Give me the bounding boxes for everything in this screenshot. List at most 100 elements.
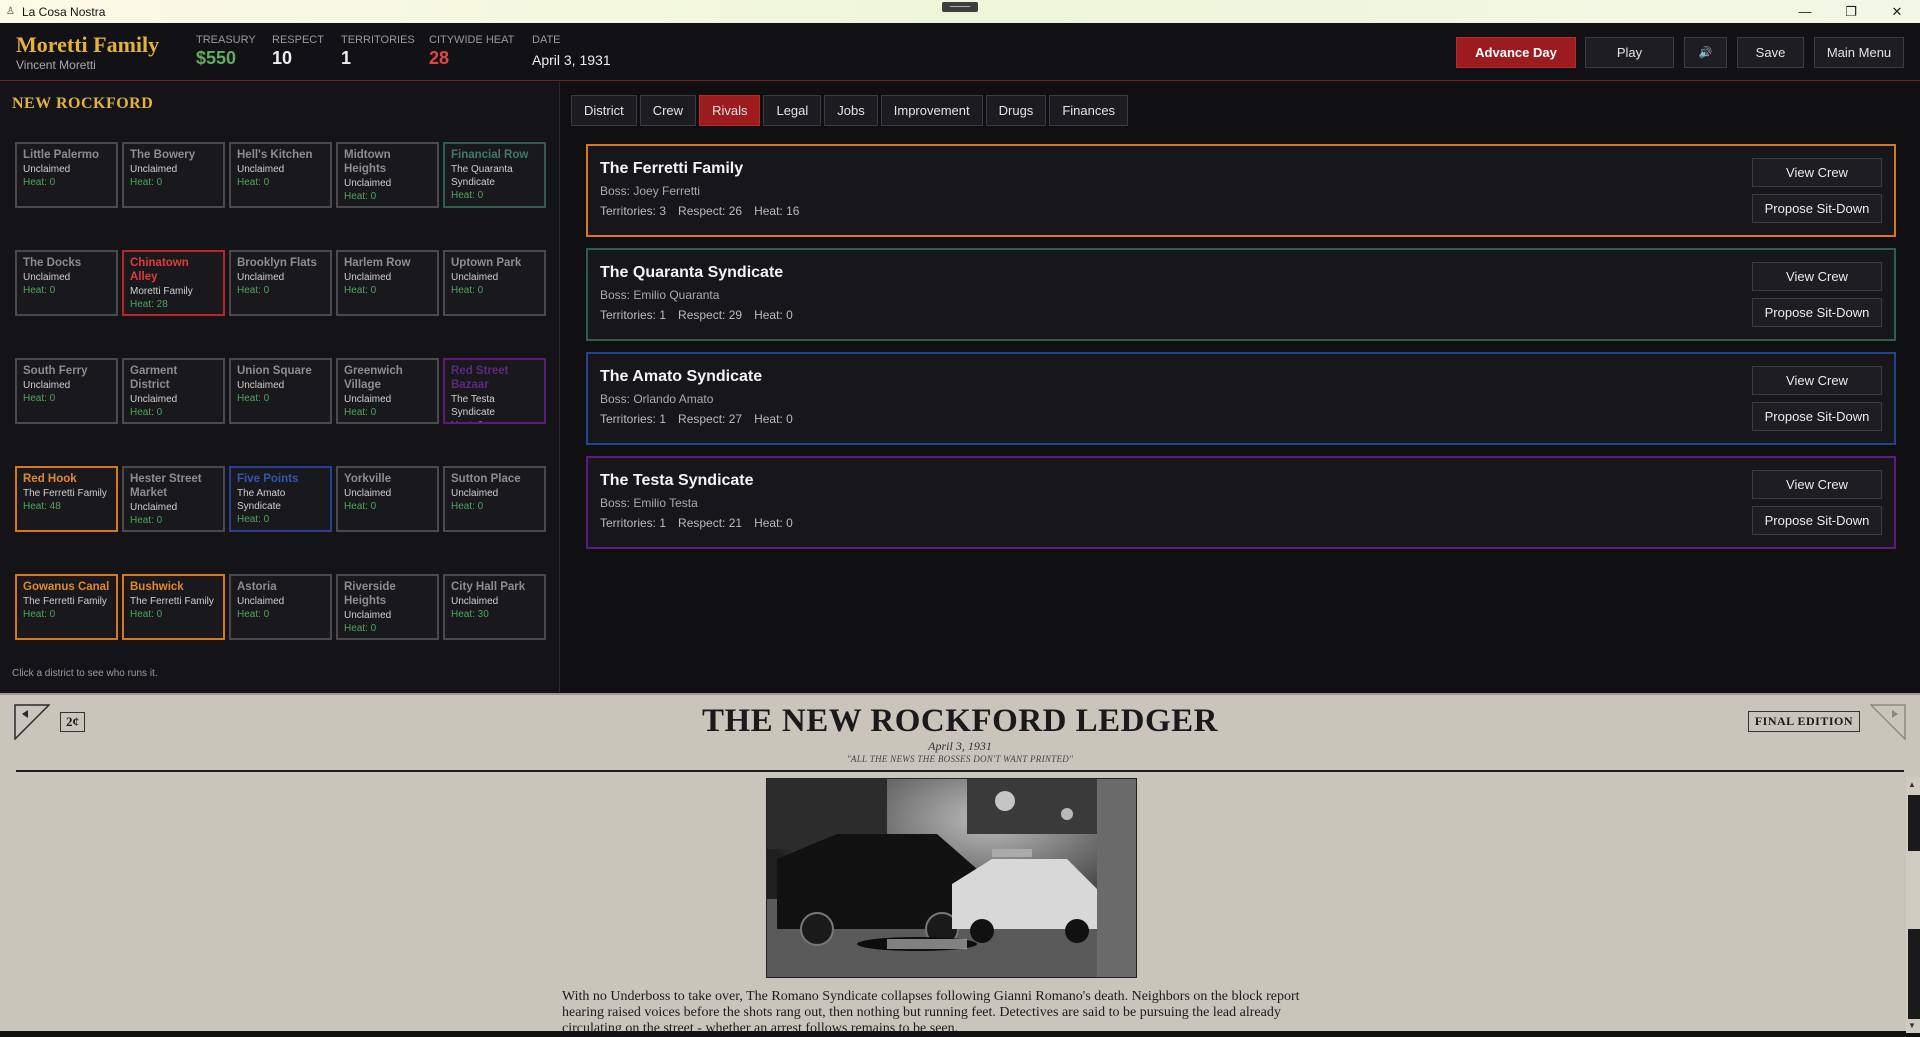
stat-territories: Territories 1	[341, 34, 415, 69]
view-crew-button[interactable]: View Crew	[1752, 158, 1882, 187]
district-heat: Heat: 0	[344, 191, 377, 202]
propose-sit-down-button[interactable]: Propose Sit-Down	[1752, 402, 1882, 431]
window-titlebar[interactable]: ♙ La Cosa Nostra — ❐ ✕	[0, 0, 1920, 23]
district-card[interactable]: Astoria Unclaimed Heat: 0	[229, 574, 332, 640]
advance-day-button[interactable]: Advance Day	[1456, 37, 1576, 68]
scroll-thumb[interactable]	[1908, 795, 1920, 851]
district-card[interactable]: Greenwich Village Unclaimed Heat: 0	[336, 358, 439, 424]
rival-card: The Amato Syndicate Boss: Orlando Amato Te…	[586, 352, 1896, 445]
stat-value: $550	[196, 48, 237, 68]
close-button[interactable]: ✕	[1874, 0, 1920, 23]
rival-name: The Quaranta Syndicate	[600, 264, 784, 281]
district-owner: The Ferretti Family	[23, 596, 107, 607]
rival-territories: Territories: 1	[600, 516, 667, 530]
district-card[interactable]: Chinatown Alley Moretti Family Heat: 28	[122, 250, 225, 316]
district-name: City Hall Park	[451, 581, 526, 593]
scroll-down-icon[interactable]: ▼	[1908, 1021, 1916, 1030]
play-button[interactable]: Play	[1585, 37, 1674, 68]
scroll-thumb-lower[interactable]	[1908, 929, 1920, 1019]
district-card[interactable]: Hester Street Market Unclaimed Heat: 0	[122, 466, 225, 532]
tab-drugs[interactable]: Drugs	[985, 95, 1047, 126]
rival-name: The Ferretti Family	[600, 160, 744, 177]
district-card[interactable]: Midtown Heights Unclaimed Heat: 0	[336, 142, 439, 208]
rival-boss: Boss: Orlando Amato	[600, 392, 714, 406]
stat-label: Respect	[272, 34, 324, 46]
district-owner: Unclaimed	[130, 502, 178, 513]
district-card[interactable]: Uptown Park Unclaimed Heat: 0	[443, 250, 546, 316]
district-name: Hester Street Market	[130, 473, 202, 499]
district-owner: The Amato Syndicate	[237, 488, 286, 512]
district-card[interactable]: Hell's Kitchen Unclaimed Heat: 0	[229, 142, 332, 208]
propose-sit-down-button[interactable]: Propose Sit-Down	[1752, 298, 1882, 327]
view-crew-button[interactable]: View Crew	[1752, 262, 1882, 291]
newspaper-date: April 3, 1931	[928, 739, 992, 753]
rival-boss: Boss: Emilio Testa	[600, 496, 698, 510]
district-card[interactable]: Gowanus Canal The Ferretti Family Heat: 0	[15, 574, 118, 640]
masthead-rule	[16, 770, 1904, 772]
maximize-button[interactable]: ❐	[1828, 0, 1874, 23]
district-card[interactable]: Riverside Heights Unclaimed Heat: 0	[336, 574, 439, 640]
district-card[interactable]: Five Points The Amato Syndicate Heat: 0	[229, 466, 332, 532]
district-card[interactable]: Financial Row The Quaranta Syndicate Heat:…	[443, 142, 546, 208]
district-card[interactable]: City Hall Park Unclaimed Heat: 30	[443, 574, 546, 640]
window-title: La Cosa Nostra	[22, 4, 106, 19]
district-owner: Moretti Family	[130, 286, 193, 297]
save-button[interactable]: Save	[1737, 37, 1804, 68]
rival-territories: Territories: 1	[600, 308, 667, 322]
detail-panel: District Crew Rivals Legal Jobs Improvem…	[561, 82, 1920, 692]
sound-button[interactable]: 🔊	[1684, 37, 1727, 68]
district-card[interactable]: South Ferry Unclaimed Heat: 0	[15, 358, 118, 424]
district-owner: Unclaimed	[130, 394, 178, 405]
district-card[interactable]: Little Palermo Unclaimed Heat: 0	[15, 142, 118, 208]
tab-district[interactable]: District	[571, 95, 637, 126]
newspaper-article: With no Underboss to take over, The Roma…	[562, 989, 1300, 1036]
scroll-up-icon[interactable]: ▲	[1908, 780, 1916, 789]
district-name: Yorkville	[344, 473, 392, 485]
next-page-icon[interactable]	[1870, 704, 1906, 740]
view-crew-button[interactable]: View Crew	[1752, 366, 1882, 395]
tab-finances[interactable]: Finances	[1049, 95, 1129, 126]
district-name: Financial Row	[451, 149, 529, 161]
tab-jobs[interactable]: Jobs	[824, 95, 878, 126]
district-card[interactable]: The Docks Unclaimed Heat: 0	[15, 250, 118, 316]
district-owner: Unclaimed	[23, 272, 71, 283]
district-name: Harlem Row	[344, 257, 411, 269]
district-heat: Heat: 0	[130, 515, 163, 526]
minimize-button[interactable]: —	[1782, 0, 1828, 23]
district-card[interactable]: Garment District Unclaimed Heat: 0	[122, 358, 225, 424]
district-card[interactable]: The Bowery Unclaimed Heat: 0	[122, 142, 225, 208]
district-heat: Heat: 0	[451, 501, 484, 512]
tab-improvement[interactable]: Improvement	[880, 95, 983, 126]
district-card[interactable]: Harlem Row Unclaimed Heat: 0	[336, 250, 439, 316]
view-crew-button[interactable]: View Crew	[1752, 470, 1882, 499]
tab-rivals[interactable]: Rivals	[699, 95, 761, 126]
main-menu-button[interactable]: Main Menu	[1814, 37, 1904, 68]
rival-heat: Heat: 16	[754, 204, 800, 218]
district-card[interactable]: Red Street Bazaar The Testa SyndicateHeat…	[443, 358, 546, 424]
district-owner: Unclaimed	[23, 164, 71, 175]
rival-respect: Respect: 27	[678, 412, 743, 426]
propose-sit-down-button[interactable]: Propose Sit-Down	[1752, 194, 1882, 223]
district-owner: Unclaimed	[344, 610, 392, 621]
district-name: Little Palermo	[23, 149, 100, 161]
district-owner: The Testa Syndicate	[451, 394, 495, 418]
district-card[interactable]: Union Square Unclaimed Heat: 0	[229, 358, 332, 424]
district-heat: Heat: 0	[344, 623, 377, 634]
newspaper-scrollbar[interactable]: ▲ ▼	[1906, 777, 1920, 1033]
district-name: Five Points	[237, 473, 299, 485]
district-card[interactable]: Brooklyn Flats Unclaimed Heat: 0	[229, 250, 332, 316]
drag-handle-icon[interactable]	[942, 2, 978, 12]
district-name: Riverside Heights	[344, 581, 396, 607]
district-card[interactable]: Bushwick The Ferretti Family Heat: 0	[122, 574, 225, 640]
district-card[interactable]: Sutton Place Unclaimed Heat: 0	[443, 466, 546, 532]
rival-card: The Quaranta Syndicate Boss: Emilio Quara…	[586, 248, 1896, 341]
rival-territories: Territories: 3	[600, 204, 667, 218]
propose-sit-down-button[interactable]: Propose Sit-Down	[1752, 506, 1882, 535]
district-name: Chinatown Alley	[130, 257, 189, 283]
district-card[interactable]: Yorkville Unclaimed Heat: 0	[336, 466, 439, 532]
district-name: Astoria	[237, 581, 277, 593]
tab-crew[interactable]: Crew	[639, 95, 697, 126]
stat-date: Date April 3, 1931	[532, 34, 611, 68]
district-card[interactable]: Red Hook The Ferretti Family Heat: 48	[15, 466, 118, 532]
tab-legal[interactable]: Legal	[763, 95, 822, 126]
